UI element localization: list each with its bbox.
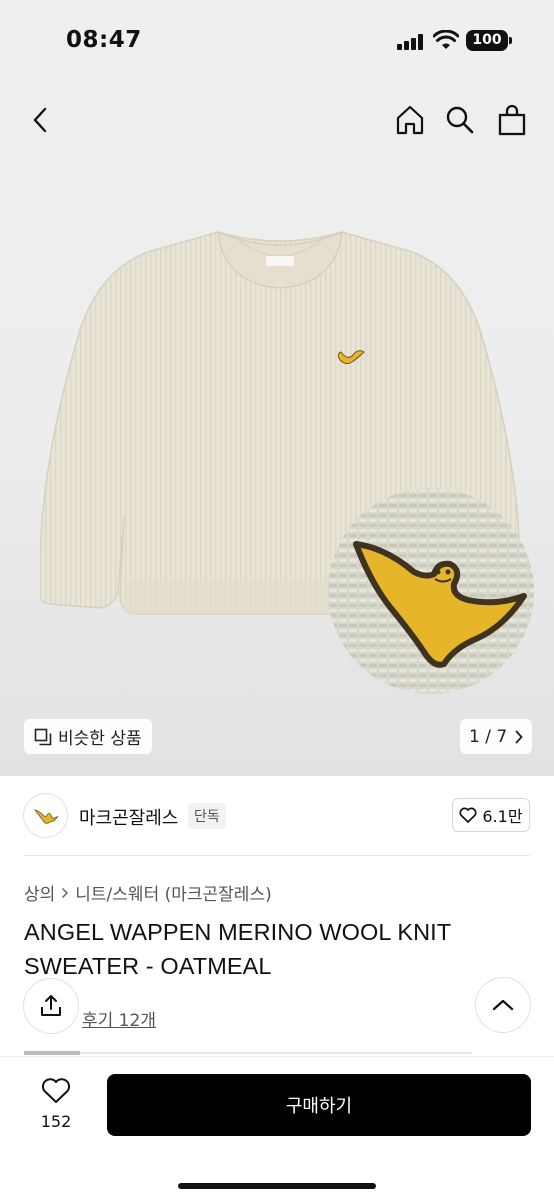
brand-logo[interactable] [23,793,68,838]
copy-icon [34,728,52,745]
search-icon [446,106,474,134]
chevron-up-icon [492,999,514,1011]
battery-icon: 100 [466,30,512,51]
wishlist-button[interactable]: 152 [26,1077,86,1131]
home-icon [396,105,424,135]
breadcrumb: 상의 니트/스웨터 (마크곤잘레스) [24,880,272,905]
angel-logo-icon [33,808,58,824]
brand-name[interactable]: 마크곤잘레스 [79,804,178,830]
wifi-icon [433,30,459,49]
share-button[interactable] [23,978,79,1034]
similar-products-label: 비슷한 상품 [58,729,142,749]
back-button[interactable] [20,100,60,140]
cart-button[interactable] [492,100,532,140]
image-pager[interactable]: 1 / 7 [460,719,533,754]
status-bar: 08:47 100 [0,0,554,84]
section-tab-track [80,1052,472,1054]
review-count-link[interactable]: 후기 12개 [82,1006,156,1031]
buy-button[interactable]: 구매하기 [107,1074,531,1136]
scroll-top-button[interactable] [475,977,531,1033]
exclusive-badge: 단독 [188,803,226,829]
product-title: ANGEL WAPPEN MERINO WOOL KNIT SWEATER - … [24,919,451,979]
brand-like-button[interactable]: 6.1만 [452,798,530,832]
section-tab-indicator [24,1051,80,1055]
divider [24,855,530,856]
breadcrumb-category[interactable]: 상의 [24,880,55,905]
purchase-bar: 152 구매하기 [0,1056,554,1200]
similar-products-button[interactable]: 비슷한 상품 [24,719,152,754]
wishlist-count: 152 [40,1112,72,1131]
chevron-left-icon [33,107,47,133]
image-page-indicator: 1 / 7 [469,726,508,747]
brand-like-count: 6.1만 [482,807,523,826]
breadcrumb-subcategory[interactable]: 니트/스웨터 (마크곤잘레스) [75,880,271,905]
heart-icon [459,807,477,823]
heart-icon [41,1078,71,1103]
home-button[interactable] [390,100,430,140]
chevron-right-icon [62,887,69,898]
status-time: 08:47 [66,27,142,53]
chevron-right-icon [515,730,523,743]
search-button[interactable] [440,100,480,140]
home-indicator [178,1183,376,1189]
shopping-bag-icon [498,104,526,136]
share-icon [41,995,61,1016]
logo-detail-zoom-image [328,488,534,694]
product-image-gallery[interactable]: 08:47 100 비슷한 상품 1 / 7 [0,0,554,776]
cellular-signal-icon [397,34,427,50]
brand-row: 마크곤잘레스 단독 6.1만 [0,776,554,856]
